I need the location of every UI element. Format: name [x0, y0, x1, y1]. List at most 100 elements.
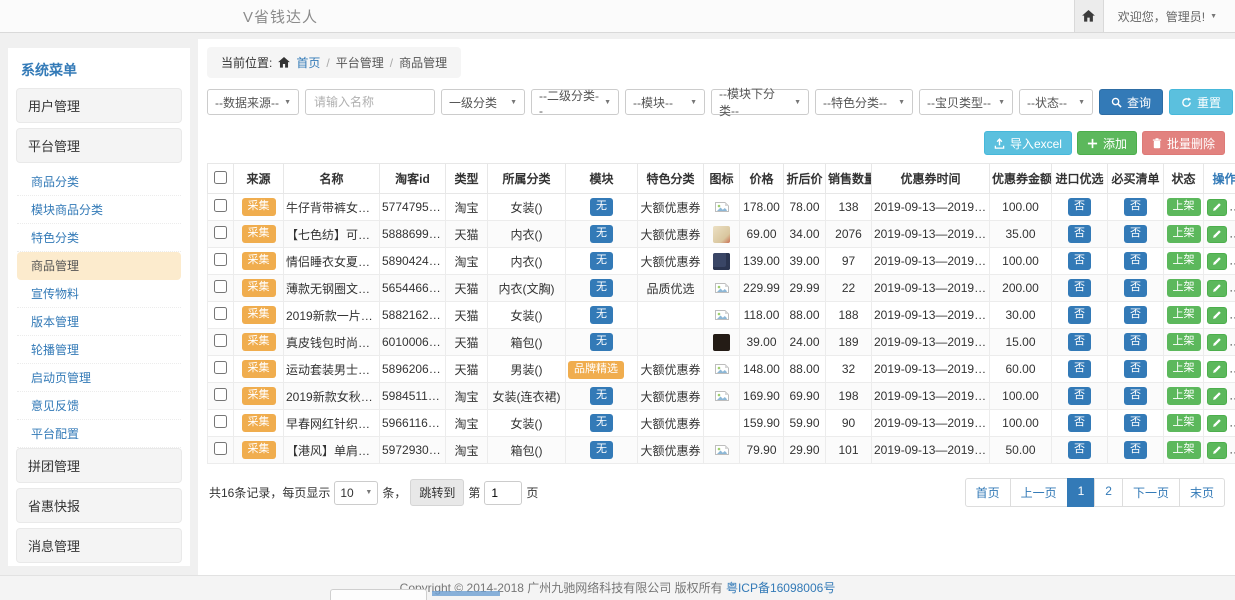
imported-badge[interactable]: 否 — [1068, 387, 1091, 404]
import-excel-button[interactable]: 导入excel — [984, 131, 1072, 155]
reset-button[interactable]: 重置 — [1169, 89, 1233, 115]
must-buy-badge[interactable]: 否 — [1124, 306, 1147, 323]
row-checkbox[interactable] — [214, 253, 227, 266]
coupon-time-cell: 2019-09-13—2019-09-19 — [872, 302, 990, 329]
row-checkbox[interactable] — [214, 361, 227, 374]
item-type-select[interactable]: --宝贝类型-- ▼ — [919, 89, 1013, 115]
sidebar-item-11[interactable]: 平台配置 — [17, 420, 181, 448]
sidebar-item-3[interactable]: 模块商品分类 — [17, 196, 181, 224]
imported-badge[interactable]: 否 — [1068, 333, 1091, 350]
row-checkbox[interactable] — [214, 307, 227, 320]
status-badge[interactable]: 上架 — [1167, 387, 1201, 404]
table-row: 采集 2019新款女秋薄款... 598451162391 淘宝 女装(连衣裙)… — [208, 383, 1235, 410]
status-badge[interactable]: 上架 — [1167, 198, 1201, 215]
must-buy-badge[interactable]: 否 — [1124, 279, 1147, 296]
module-value: --模块-- — [633, 94, 673, 111]
imported-badge[interactable]: 否 — [1068, 279, 1091, 296]
feature-category-select[interactable]: --特色分类-- ▼ — [815, 89, 913, 115]
home-button[interactable] — [1074, 0, 1104, 32]
query-button[interactable]: 查询 — [1099, 89, 1163, 115]
row-checkbox[interactable] — [214, 388, 227, 401]
row-checkbox[interactable] — [214, 280, 227, 293]
sidebar-item-14[interactable]: 消息管理 — [16, 528, 182, 563]
module-select[interactable]: --模块-- ▼ — [625, 89, 705, 115]
must-buy-badge[interactable]: 否 — [1124, 360, 1147, 377]
jump-button[interactable]: 跳转到 — [410, 479, 464, 506]
pager-button-4[interactable]: 下一页 — [1122, 478, 1180, 507]
add-button[interactable]: 添加 — [1077, 131, 1137, 155]
user-menu[interactable]: 欢迎您，管理员! ▼ — [1118, 8, 1217, 25]
pager-button-1[interactable]: 上一页 — [1010, 478, 1068, 507]
sidebar-item-8[interactable]: 轮播管理 — [17, 336, 181, 364]
status-badge[interactable]: 上架 — [1167, 225, 1201, 242]
pager-button-5[interactable]: 末页 — [1179, 478, 1225, 507]
pager-button-3[interactable]: 2 — [1094, 478, 1123, 507]
must-buy-badge[interactable]: 否 — [1124, 441, 1147, 458]
module-sub-category-select[interactable]: --模块下分类-- ▼ — [711, 89, 809, 115]
edit-button[interactable] — [1207, 199, 1227, 216]
imported-badge[interactable]: 否 — [1068, 441, 1091, 458]
row-checkbox[interactable] — [214, 199, 227, 212]
name-search-input[interactable] — [305, 89, 435, 115]
must-buy-badge[interactable]: 否 — [1124, 225, 1147, 242]
sidebar-item-1[interactable]: 平台管理 — [16, 128, 182, 163]
breadcrumb-home-link[interactable]: 首页 — [296, 54, 320, 71]
status-badge[interactable]: 上架 — [1167, 306, 1201, 323]
row-checkbox[interactable] — [214, 226, 227, 239]
edit-button[interactable] — [1207, 388, 1227, 405]
edit-button[interactable] — [1207, 334, 1227, 351]
level1-category-select[interactable]: 一级分类 ▼ — [441, 89, 525, 115]
coupon-amount-cell: 100.00 — [990, 410, 1052, 437]
row-checkbox[interactable] — [214, 415, 227, 428]
row-checkbox[interactable] — [214, 442, 227, 455]
sidebar-item-6[interactable]: 宣传物料 — [17, 280, 181, 308]
status-badge[interactable]: 上架 — [1167, 333, 1201, 350]
edit-button[interactable] — [1207, 361, 1227, 378]
batch-delete-button[interactable]: 批量删除 — [1142, 131, 1225, 155]
must-buy-badge[interactable]: 否 — [1124, 333, 1147, 350]
icon-cell — [704, 356, 740, 383]
status-select[interactable]: --状态-- ▼ — [1019, 89, 1093, 115]
page-size-select[interactable]: 10 ▼ — [334, 481, 378, 505]
imported-badge[interactable]: 否 — [1068, 225, 1091, 242]
edit-button[interactable] — [1207, 253, 1227, 270]
sidebar-item-9[interactable]: 启动页管理 — [17, 364, 181, 392]
sidebar-item-0[interactable]: 用户管理 — [16, 88, 182, 123]
imported-badge[interactable]: 否 — [1068, 414, 1091, 431]
sidebar-item-5[interactable]: 商品管理 — [17, 252, 181, 280]
sidebar-item-2[interactable]: 商品分类 — [17, 168, 181, 196]
sidebar-item-10[interactable]: 意见反馈 — [17, 392, 181, 420]
must-buy-badge[interactable]: 否 — [1124, 198, 1147, 215]
edit-button[interactable] — [1207, 415, 1227, 432]
row-checkbox[interactable] — [214, 334, 227, 347]
status-badge[interactable]: 上架 — [1167, 279, 1201, 296]
sidebar-item-4[interactable]: 特色分类 — [17, 224, 181, 252]
must-buy-badge[interactable]: 否 — [1124, 252, 1147, 269]
pager-button-0[interactable]: 首页 — [965, 478, 1011, 507]
jump-page-input[interactable] — [484, 481, 522, 505]
sidebar-item-13[interactable]: 省惠快报 — [16, 488, 182, 523]
icp-link[interactable]: 粤ICP备16098006号 — [726, 581, 835, 595]
status-badge[interactable]: 上架 — [1167, 360, 1201, 377]
select-all-checkbox[interactable] — [214, 171, 227, 184]
taoke-id-cell: 565446685867 — [380, 275, 446, 302]
coupon-amount-cell: 100.00 — [990, 383, 1052, 410]
level2-category-select[interactable]: --二级分类-- ▼ — [531, 89, 619, 115]
data-source-select[interactable]: --数据来源-- ▼ — [207, 89, 299, 115]
imported-badge[interactable]: 否 — [1068, 252, 1091, 269]
edit-button[interactable] — [1207, 280, 1227, 297]
sidebar-item-12[interactable]: 拼团管理 — [16, 448, 182, 483]
status-badge[interactable]: 上架 — [1167, 414, 1201, 431]
edit-button[interactable] — [1207, 442, 1227, 459]
imported-badge[interactable]: 否 — [1068, 306, 1091, 323]
pager-button-2[interactable]: 1 — [1067, 478, 1096, 507]
must-buy-badge[interactable]: 否 — [1124, 387, 1147, 404]
sidebar-item-7[interactable]: 版本管理 — [17, 308, 181, 336]
edit-button[interactable] — [1207, 307, 1227, 324]
imported-badge[interactable]: 否 — [1068, 360, 1091, 377]
must-buy-badge[interactable]: 否 — [1124, 414, 1147, 431]
status-badge[interactable]: 上架 — [1167, 441, 1201, 458]
edit-button[interactable] — [1207, 226, 1227, 243]
status-badge[interactable]: 上架 — [1167, 252, 1201, 269]
imported-badge[interactable]: 否 — [1068, 198, 1091, 215]
